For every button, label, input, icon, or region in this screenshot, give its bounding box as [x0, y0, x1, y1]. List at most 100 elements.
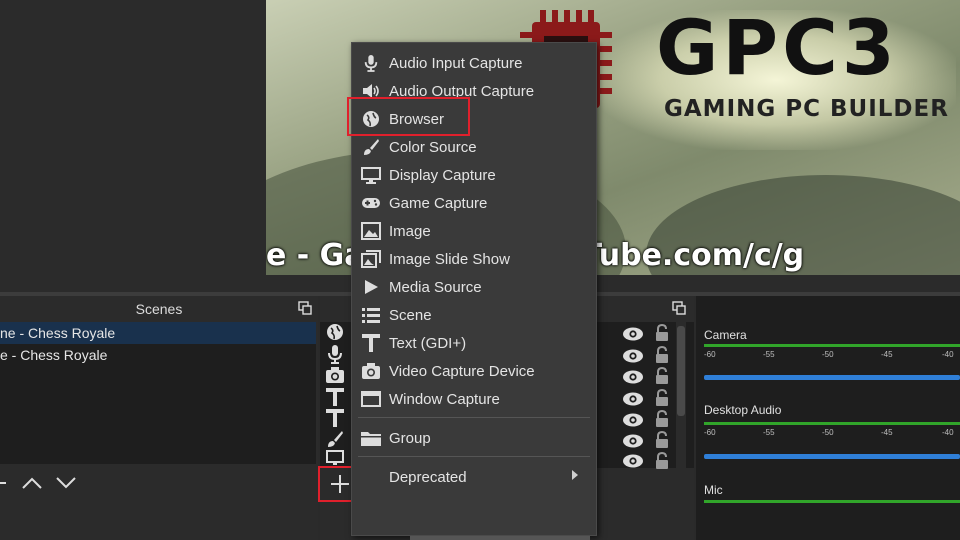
camera-icon — [324, 365, 346, 385]
microphone-icon — [324, 344, 346, 364]
menu-item-label: Game Capture — [389, 194, 488, 212]
meter-scale: -60 -55 -50 -45 -40 — [704, 426, 960, 440]
volume-meter — [704, 344, 960, 347]
visibility-eye-icon[interactable] — [622, 412, 644, 428]
left-empty-area — [0, 0, 266, 292]
scenes-title: Scenes — [135, 301, 183, 317]
globe-icon — [324, 322, 346, 342]
visibility-eye-icon[interactable] — [622, 453, 644, 469]
scene-item[interactable]: ne - Chess Royale — [0, 322, 316, 344]
brush-icon — [359, 136, 383, 158]
menu-item-label: Scene — [389, 306, 432, 324]
visibility-eye-icon[interactable] — [622, 369, 644, 385]
menu-item-video-capture-device[interactable]: Video Capture Device — [352, 357, 596, 385]
lock-icon[interactable] — [654, 346, 670, 364]
menu-separator — [358, 456, 590, 457]
move-scene-down-button[interactable] — [52, 470, 80, 496]
volume-fader[interactable] — [704, 454, 960, 459]
menu-item-group[interactable]: Group — [352, 424, 596, 452]
meter-tick: -40 — [942, 428, 954, 437]
gamepad-icon — [359, 192, 383, 214]
text-icon — [324, 387, 346, 407]
scenes-list[interactable]: ne - Chess Royale e - Chess Royale — [0, 322, 316, 464]
lock-icon[interactable] — [654, 410, 670, 428]
menu-item-image-slide-show[interactable]: Image Slide Show — [352, 245, 596, 273]
lock-icon[interactable] — [654, 367, 670, 385]
list-icon — [359, 304, 383, 326]
mixer-channel-name: Camera — [704, 328, 747, 342]
menu-item-window-capture[interactable]: Window Capture — [352, 385, 596, 413]
meter-tick: -45 — [881, 350, 893, 359]
chevron-up-icon — [22, 477, 42, 489]
brush-icon — [324, 429, 346, 449]
bottom-scroll-bar — [410, 536, 590, 540]
menu-item-game-capture[interactable]: Game Capture — [352, 189, 596, 217]
volume-fader[interactable] — [704, 375, 960, 380]
visibility-eye-icon[interactable] — [622, 326, 644, 342]
monitor-icon — [359, 164, 383, 186]
visibility-eye-icon[interactable] — [622, 391, 644, 407]
lock-icon[interactable] — [654, 389, 670, 407]
visibility-eye-icon[interactable] — [622, 348, 644, 364]
window-icon — [359, 388, 383, 410]
lock-icon[interactable] — [654, 324, 670, 342]
meter-tick: -50 — [822, 428, 834, 437]
text-icon — [324, 408, 346, 428]
image-icon — [359, 220, 383, 242]
menu-item-display-capture[interactable]: Display Capture — [352, 161, 596, 189]
menu-separator — [358, 417, 590, 418]
chevron-down-icon — [56, 477, 76, 489]
menu-item-image[interactable]: Image — [352, 217, 596, 245]
visibility-eye-icon[interactable] — [622, 433, 644, 449]
add-source-context-menu: Audio Input Capture Audio Output Capture… — [347, 42, 597, 536]
menu-item-label: Group — [389, 429, 431, 447]
menu-item-label: Image — [389, 222, 431, 240]
menu-item-label: Text (GDI+) — [389, 334, 467, 352]
undock-icon[interactable] — [298, 301, 312, 315]
menu-item-audio-input-capture[interactable]: Audio Input Capture — [352, 49, 596, 77]
scenes-dock: Scenes ne - Chess Royale e - Chess Royal… — [0, 296, 318, 540]
meter-tick: -50 — [822, 350, 834, 359]
meter-tick: -55 — [763, 428, 775, 437]
move-scene-up-button[interactable] — [18, 470, 46, 496]
play-icon — [359, 276, 383, 298]
slideshow-icon — [359, 248, 383, 270]
volume-meter — [704, 500, 960, 503]
meter-tick: -60 — [704, 428, 716, 437]
menu-item-label: Video Capture Device — [389, 362, 535, 380]
meter-scale: -60 -55 -50 -45 -40 — [704, 348, 960, 362]
menu-item-scene[interactable]: Scene — [352, 301, 596, 329]
text-icon — [359, 332, 383, 354]
meter-tick: -45 — [881, 428, 893, 437]
lock-icon[interactable] — [654, 452, 670, 470]
remove-scene-button[interactable] — [0, 470, 14, 496]
sources-scrollbar[interactable] — [676, 322, 686, 468]
menu-item-label: Display Capture — [389, 166, 496, 184]
microphone-icon — [359, 52, 383, 74]
menu-item-text-gdi[interactable]: Text (GDI+) — [352, 329, 596, 357]
menu-item-label: Media Source — [389, 278, 482, 296]
menu-item-color-source[interactable]: Color Source — [352, 133, 596, 161]
scrollbar-thumb[interactable] — [677, 326, 685, 416]
undock-icon[interactable] — [672, 301, 686, 315]
plus-icon — [331, 475, 349, 493]
scene-item[interactable]: e - Chess Royale — [0, 344, 316, 366]
menu-item-label: Audio Input Capture — [389, 54, 523, 72]
menu-item-label: Color Source — [389, 138, 477, 156]
audio-mixer-dock: Camera -60 -55 -50 -45 -40 Desktop Audio… — [696, 296, 960, 540]
camera-icon — [359, 360, 383, 382]
menu-item-media-source[interactable]: Media Source — [352, 273, 596, 301]
lock-icon[interactable] — [654, 431, 670, 449]
meter-tick: -40 — [942, 350, 954, 359]
folder-icon — [359, 427, 383, 449]
menu-item-deprecated[interactable]: Deprecated — [352, 463, 596, 491]
display-icon — [324, 448, 346, 468]
minus-icon — [0, 482, 6, 484]
submenu-arrow-icon — [572, 470, 578, 480]
meter-tick: -55 — [763, 350, 775, 359]
menu-item-label: Deprecated — [389, 468, 467, 486]
logo-subtitle: GAMING PC BUILDER — [664, 96, 949, 122]
meter-tick: -60 — [704, 350, 716, 359]
logo-text: GPC3 — [656, 3, 899, 92]
browser-highlight-box — [347, 97, 470, 136]
